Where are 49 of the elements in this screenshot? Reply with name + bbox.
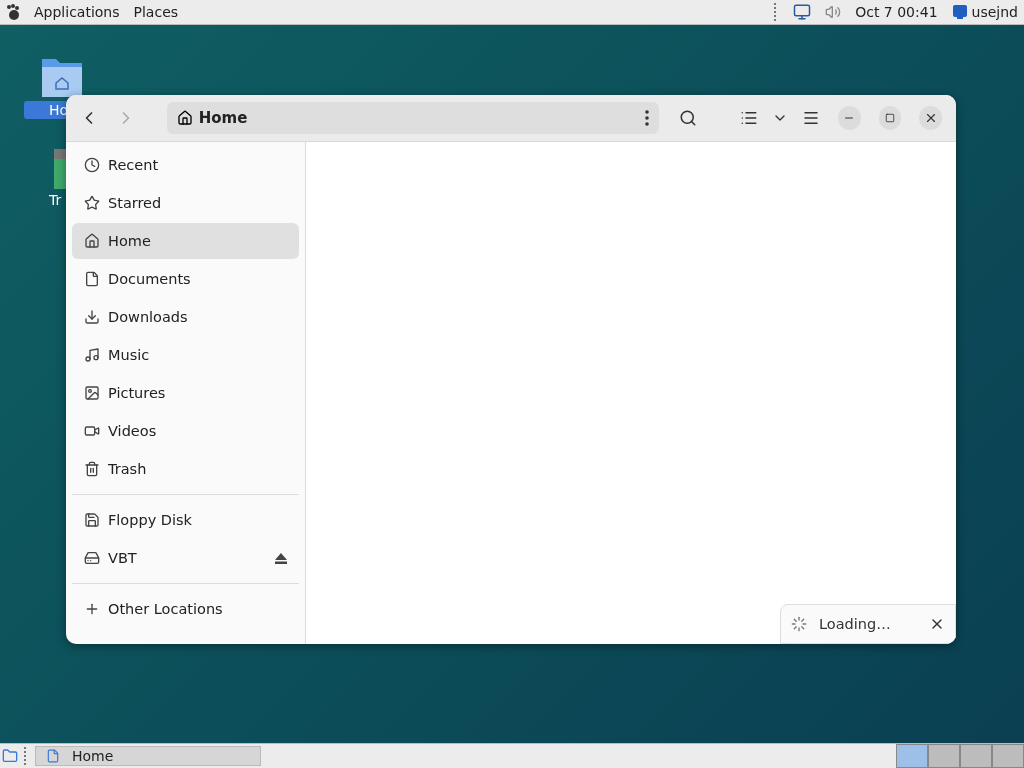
- floppy-icon: [84, 512, 100, 528]
- trash-icon: [84, 461, 100, 477]
- user-name[interactable]: usejnd: [971, 4, 1018, 20]
- home-icon: [176, 110, 193, 126]
- foot-icon: [6, 4, 20, 20]
- folder-icon[interactable]: [2, 748, 18, 764]
- sidebar-item[interactable]: Other Locations: [72, 591, 299, 627]
- maximize-icon: [884, 113, 895, 123]
- home-icon: [84, 233, 100, 249]
- file-icon: [46, 749, 60, 763]
- panel-menu[interactable]: Applications: [34, 4, 120, 20]
- sidebar-item[interactable]: Home: [72, 223, 299, 259]
- music-icon: [84, 347, 100, 363]
- image-icon: [84, 385, 100, 401]
- sidebar-item[interactable]: Videos: [72, 413, 299, 449]
- trash-icon[interactable]: [52, 149, 66, 189]
- maximize-button[interactable]: [878, 106, 902, 130]
- list-icon: [740, 109, 759, 127]
- sidebar-item[interactable]: Recent: [72, 147, 299, 183]
- clock[interactable]: Oct 7 00:41: [855, 4, 938, 20]
- panel-menu[interactable]: Places: [133, 4, 179, 20]
- sidebar-item[interactable]: VBT: [72, 540, 299, 576]
- document-icon: [84, 271, 100, 287]
- sidebar-item[interactable]: Music: [72, 337, 299, 373]
- loading-text: Loading…: [819, 616, 892, 632]
- minimize-button[interactable]: [837, 106, 861, 130]
- sidebar-item[interactable]: Pictures: [72, 375, 299, 411]
- spinner-icon: [791, 616, 807, 632]
- menu-icon: [801, 109, 820, 127]
- more-icon[interactable]: [644, 110, 649, 126]
- video-icon: [84, 423, 100, 439]
- taskbar-button[interactable]: Home: [35, 746, 261, 766]
- eject-icon[interactable]: [275, 552, 287, 564]
- sidebar-item[interactable]: Trash: [72, 451, 299, 487]
- search-icon: [679, 109, 697, 127]
- sidebar-item[interactable]: Starred: [72, 185, 299, 221]
- star-icon: [84, 195, 100, 211]
- desktop-icon-label[interactable]: Tr: [24, 191, 66, 209]
- drive-icon: [84, 550, 100, 566]
- sidebar-item[interactable]: Floppy Disk: [72, 502, 299, 538]
- download-icon: [84, 309, 100, 325]
- sidebar-item[interactable]: Downloads: [72, 299, 299, 335]
- monitor-icon: [951, 4, 968, 20]
- clock-icon: [84, 157, 100, 173]
- sidebar-item[interactable]: Documents: [72, 261, 299, 297]
- path-bar[interactable]: Home: [166, 102, 659, 134]
- close-button[interactable]: [919, 106, 943, 130]
- plus-icon: [84, 601, 100, 617]
- volume-icon[interactable]: [825, 4, 842, 20]
